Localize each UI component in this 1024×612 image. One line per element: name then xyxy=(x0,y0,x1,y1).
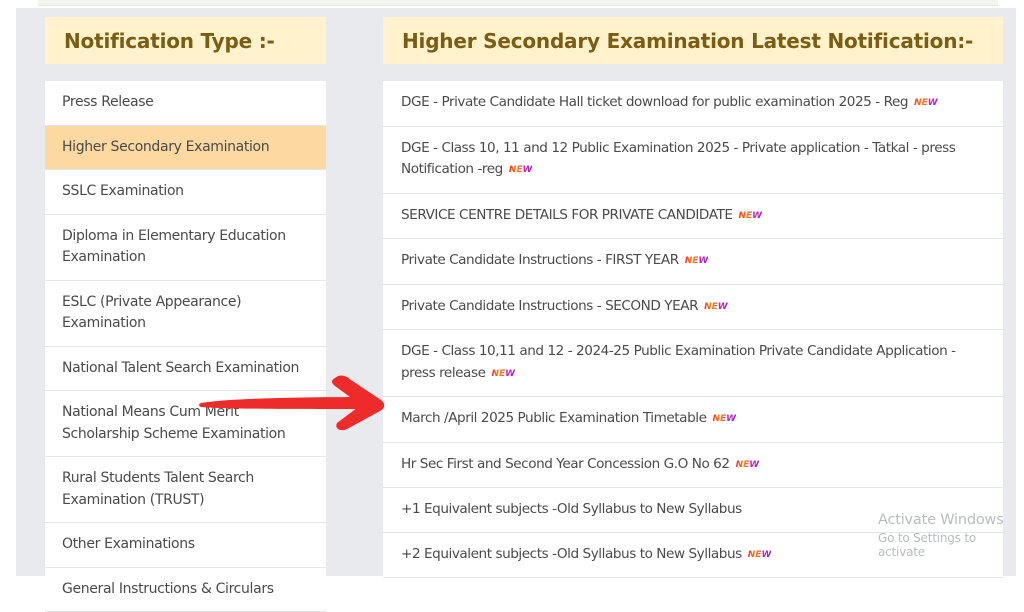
new-badge-icon: NEW xyxy=(492,364,516,386)
new-badge-icon: NEW xyxy=(685,251,709,273)
notification-label: DGE - Class 10, 11 and 12 Public Examina… xyxy=(401,140,955,178)
notification-type-item[interactable]: Rural Students Talent Search Examination… xyxy=(45,457,326,523)
notification-label: DGE - Class 10,11 and 12 - 2024-25 Publi… xyxy=(401,343,956,381)
notification-type-item[interactable]: SSLC Examination xyxy=(45,170,326,215)
item-label: ESLC (Private Appearance) Examination xyxy=(62,294,241,332)
notification-link[interactable]: Hr Sec First and Second Year Concession … xyxy=(383,443,1003,489)
notification-type-item[interactable]: Other Examinations xyxy=(45,523,326,568)
item-label: Other Examinations xyxy=(62,536,195,552)
notification-type-item[interactable]: Press Release xyxy=(45,81,326,126)
notification-type-item[interactable]: National Talent Search Examination xyxy=(45,347,326,392)
new-badge-icon: NEW xyxy=(739,206,763,228)
notification-label: DGE - Private Candidate Hall ticket down… xyxy=(401,94,908,110)
item-label: General Instructions & Circulars xyxy=(62,581,274,597)
notification-label: Private Candidate Instructions - SECOND … xyxy=(401,298,698,314)
item-label: Press Release xyxy=(62,94,153,110)
item-label: Rural Students Talent Search Examination… xyxy=(62,470,254,508)
notification-label: Hr Sec First and Second Year Concession … xyxy=(401,456,730,472)
notification-label: +2 Equivalent subjects -Old Syllabus to … xyxy=(401,546,742,562)
notification-label: March /April 2025 Public Examination Tim… xyxy=(401,410,706,426)
notification-link[interactable]: DGE - Class 10, 11 and 12 Public Examina… xyxy=(383,127,1003,194)
item-label: National Means Cum Merit Scholarship Sch… xyxy=(62,404,285,442)
new-badge-icon: NEW xyxy=(736,455,760,477)
notification-link[interactable]: DGE - Class 10,11 and 12 - 2024-25 Publi… xyxy=(383,330,1003,397)
notification-type-item[interactable]: National Means Cum Merit Scholarship Sch… xyxy=(45,391,326,457)
new-badge-icon: NEW xyxy=(748,545,772,567)
new-badge-icon: NEW xyxy=(712,409,736,431)
watermark-line-2: Go to Settings to activate xyxy=(878,531,1024,559)
item-label: National Talent Search Examination xyxy=(62,360,299,376)
notification-type-heading: Notification Type :- xyxy=(45,17,326,64)
latest-notification-heading: Higher Secondary Examination Latest Noti… xyxy=(383,17,1003,64)
notification-link[interactable]: DGE - Private Candidate Hall ticket down… xyxy=(383,81,1003,127)
item-label: SSLC Examination xyxy=(62,183,184,199)
watermark-line-1: Activate Windows xyxy=(878,512,1024,528)
notification-link[interactable]: Private Candidate Instructions - FIRST Y… xyxy=(383,239,1003,285)
notification-type-item[interactable]: ESLC (Private Appearance) Examination xyxy=(45,281,326,347)
new-badge-icon: NEW xyxy=(509,160,533,182)
new-badge-icon: NEW xyxy=(914,93,938,115)
notification-type-item[interactable]: Diploma in Elementary Education Examinat… xyxy=(45,215,326,281)
notification-link[interactable]: March /April 2025 Public Examination Tim… xyxy=(383,397,1003,443)
top-bar-edge xyxy=(38,0,998,6)
activate-windows-watermark: Activate Windows Go to Settings to activ… xyxy=(878,512,1024,559)
notification-type-item[interactable]: General Instructions & Circulars xyxy=(45,568,326,612)
notification-link[interactable]: Private Candidate Instructions - SECOND … xyxy=(383,285,1003,331)
new-badge-icon: NEW xyxy=(704,297,728,319)
notification-link[interactable]: SERVICE CENTRE DETAILS FOR PRIVATE CANDI… xyxy=(383,194,1003,240)
notification-type-list: Press Release Higher Secondary Examinati… xyxy=(45,81,326,612)
notification-label: Private Candidate Instructions - FIRST Y… xyxy=(401,252,679,268)
notification-label: SERVICE CENTRE DETAILS FOR PRIVATE CANDI… xyxy=(401,207,733,223)
item-label: Diploma in Elementary Education Examinat… xyxy=(62,228,286,266)
notification-type-item-active[interactable]: Higher Secondary Examination xyxy=(45,126,326,171)
latest-notification-list: DGE - Private Candidate Hall ticket down… xyxy=(383,81,1003,578)
item-label: Higher Secondary Examination xyxy=(62,139,269,155)
notification-label: +1 Equivalent subjects -Old Syllabus to … xyxy=(401,501,742,517)
